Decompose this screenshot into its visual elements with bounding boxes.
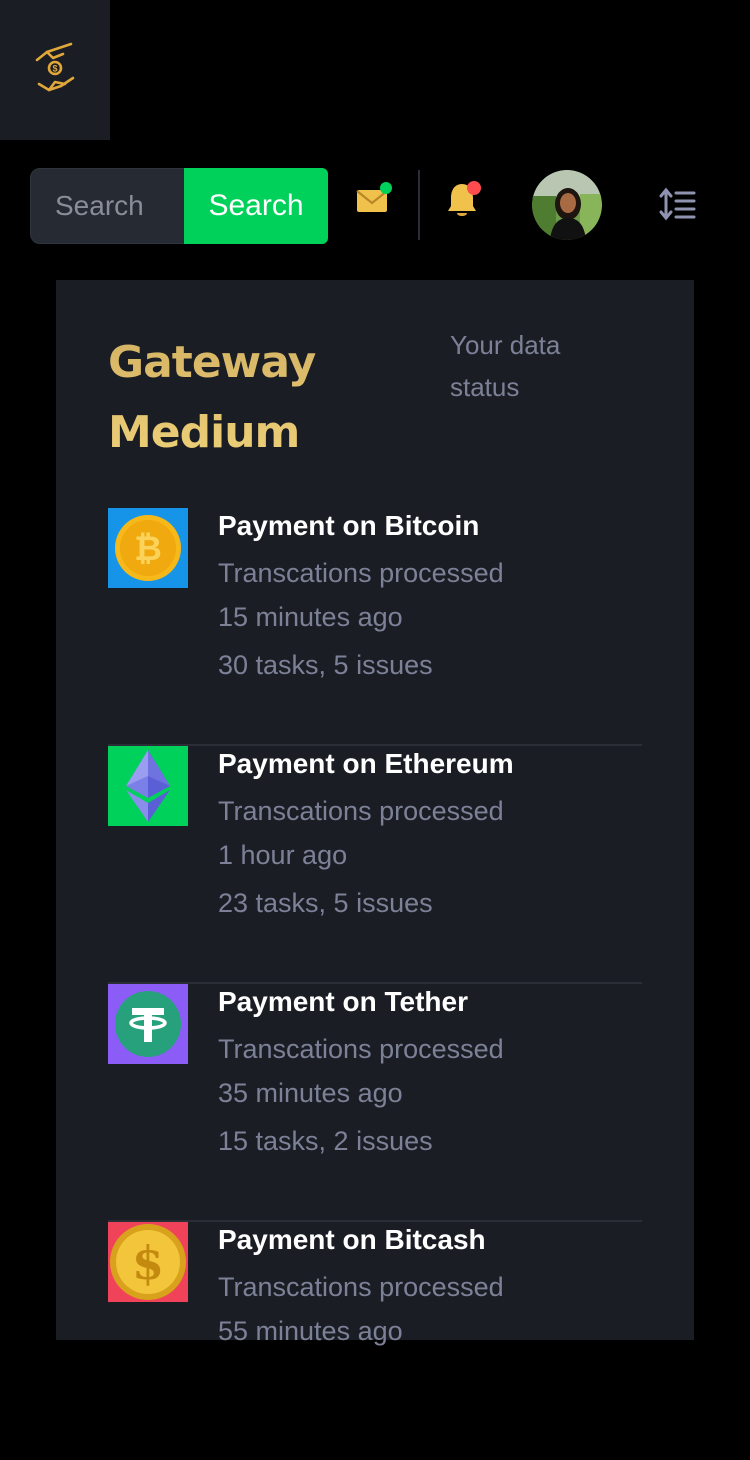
svg-text:₿: ₿: [134, 529, 162, 569]
card-subtitle: Your data status: [450, 330, 561, 402]
dollar-coin-icon: $: [108, 1222, 188, 1302]
list-item[interactable]: $ Payment on Bitcash Transcations proces…: [108, 1222, 642, 1460]
transaction-time: 1 hour ago: [218, 840, 348, 870]
app-logo[interactable]: $: [0, 0, 110, 140]
list-item[interactable]: Payment on Ethereum Transcations process…: [108, 746, 642, 984]
hand-coin-icon: $: [33, 40, 77, 101]
search-button[interactable]: Search: [184, 168, 328, 244]
ethereum-icon: [108, 746, 188, 826]
transaction-summary: 23 tasks, 5 issues: [218, 888, 433, 918]
header-divider: [418, 170, 420, 240]
transaction-summary: 30 tasks, 5 issues: [218, 650, 433, 680]
transaction-time: 55 minutes ago: [218, 1316, 403, 1346]
transaction-time: 15 minutes ago: [218, 602, 403, 632]
list-item[interactable]: Payment on Tether Transcations processed…: [108, 984, 642, 1222]
notifications-button[interactable]: [444, 180, 484, 224]
sort-menu-button[interactable]: [656, 186, 700, 226]
bitcoin-icon: ₿: [108, 508, 188, 588]
mail-badge: [380, 181, 392, 194]
top-bar: Search: [0, 168, 750, 244]
transaction-status: Transcations processed: [218, 1034, 504, 1064]
card-title: Gateway Medium: [108, 328, 368, 468]
transaction-list: ₿ Payment on Bitcoin Transcations proces…: [108, 508, 642, 1460]
mail-button[interactable]: [354, 181, 394, 223]
bell-icon: [444, 178, 484, 227]
transaction-status: Transcations processed: [218, 1272, 504, 1302]
bell-badge: [467, 180, 481, 195]
transaction-summary: 15 tasks, 2 issues: [218, 1126, 433, 1156]
transaction-title: Payment on Ethereum: [218, 748, 514, 779]
gateway-card: Gateway Medium Your data status ₿ Paymen…: [56, 280, 694, 1346]
transaction-title: Payment on Bitcoin: [218, 510, 480, 541]
transaction-title: Payment on Tether: [218, 986, 468, 1017]
list-item[interactable]: ₿ Payment on Bitcoin Transcations proces…: [108, 508, 642, 746]
svg-text:$: $: [132, 1236, 164, 1290]
search-input[interactable]: [30, 168, 186, 244]
sort-menu-icon: [658, 187, 698, 226]
transaction-status: Transcations processed: [218, 796, 504, 826]
transaction-status: Transcations processed: [218, 558, 504, 588]
mail-icon: [354, 181, 394, 223]
transaction-time: 35 minutes ago: [218, 1078, 403, 1108]
tether-icon: [108, 984, 188, 1064]
transaction-title: Payment on Bitcash: [218, 1224, 486, 1255]
svg-text:$: $: [52, 63, 57, 73]
user-avatar[interactable]: [532, 170, 602, 240]
